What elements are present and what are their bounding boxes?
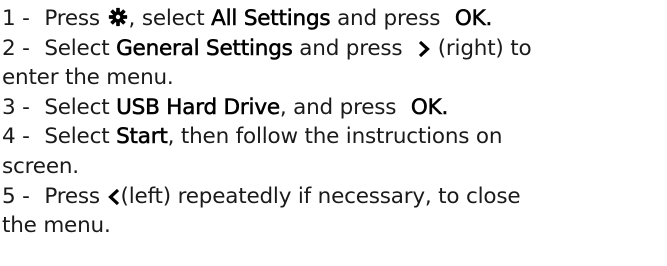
step-text: enter the menu. xyxy=(2,65,174,91)
step-text: screen. xyxy=(2,153,79,179)
step-4-line-1: 4 - Select Start, then follow the instru… xyxy=(2,122,662,152)
step-verb: Press xyxy=(44,183,100,209)
step-2-line-2: enter the menu. xyxy=(2,63,662,93)
step-verb: Select xyxy=(44,35,110,61)
step-text: and press xyxy=(299,35,403,61)
step-text: , and press xyxy=(279,94,397,120)
step-verb: Select xyxy=(44,124,110,150)
step-text: , select xyxy=(128,6,205,31)
setting-name: All Settings xyxy=(211,6,331,32)
step-5-line-2: the menu. xyxy=(2,211,662,241)
step-3-line-1: 3 - Select USB Hard Drive, and press OK. xyxy=(2,93,662,123)
setting-name: Start xyxy=(116,124,168,150)
step-1-line-1: 1 - Press , select All Settings and pres… xyxy=(2,4,662,34)
setting-name: General Settings xyxy=(116,35,293,61)
step-text: (right) to xyxy=(437,35,532,61)
step-2-line-1: 2 - Select General Settings and press (r… xyxy=(2,34,662,64)
step-text: , then follow the instructions on xyxy=(167,124,503,150)
step-number: 1 - xyxy=(2,6,30,31)
step-text: and press xyxy=(337,6,441,31)
step-number: 4 - xyxy=(2,124,30,150)
step-5-line-1: 5 - Press (left) repeatedly if necessary… xyxy=(2,182,662,212)
key-name: OK. xyxy=(454,6,493,32)
step-number: 5 - xyxy=(2,183,30,209)
step-number: 2 - xyxy=(2,35,30,61)
gear-icon xyxy=(107,6,129,28)
step-verb: Press xyxy=(44,6,100,31)
step-number: 3 - xyxy=(2,94,30,120)
chevron-right-icon xyxy=(417,40,431,58)
chevron-left-icon xyxy=(107,188,121,206)
setting-name: USB Hard Drive xyxy=(116,94,281,121)
step-verb: Select xyxy=(44,94,110,120)
step-4-line-2: screen. xyxy=(2,152,662,182)
step-text: the menu. xyxy=(2,213,111,239)
instructions-document: 1 - Press , select All Settings and pres… xyxy=(2,4,662,241)
key-name: OK. xyxy=(410,94,449,121)
step-text: (left) repeatedly if necessary, to close xyxy=(120,183,521,209)
